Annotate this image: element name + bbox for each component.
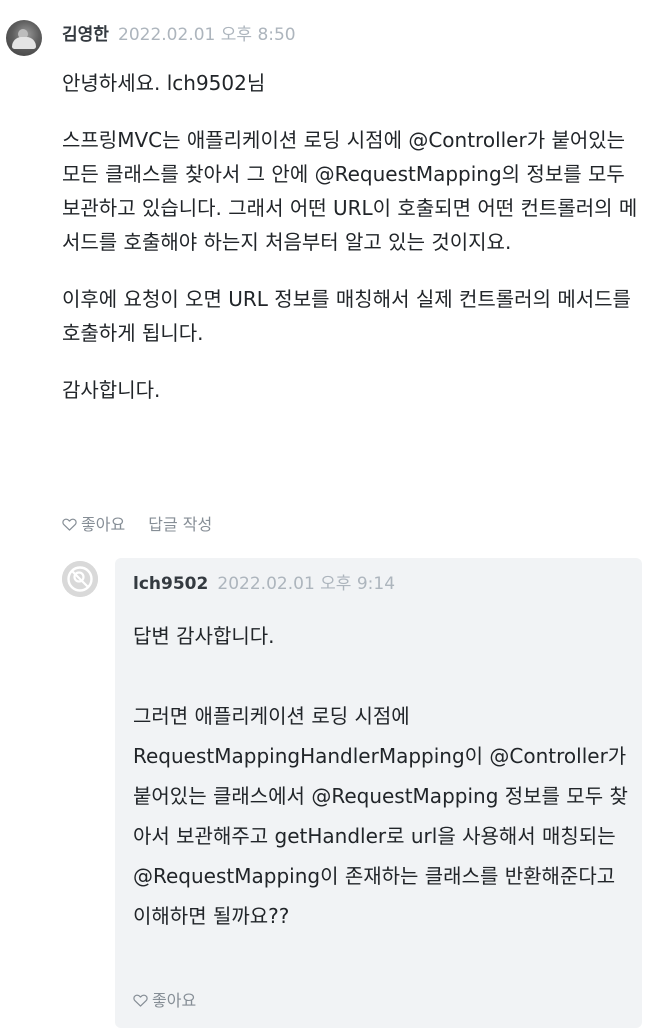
comment-paragraph: 안녕하세요. lch9502님: [62, 71, 266, 95]
reply-like-button[interactable]: 좋아요: [133, 991, 196, 1010]
reply-meta: lch9502 2022.02.01 오후 9:14: [133, 573, 395, 595]
like-label: 좋아요: [81, 515, 126, 534]
reply-card: lch9502 2022.02.01 오후 9:14 답변 감사합니다. 그러면…: [115, 558, 642, 1028]
avatar[interactable]: [6, 20, 42, 56]
heart-outline-icon: [62, 518, 77, 531]
default-user-icon: [62, 561, 98, 597]
reply-author[interactable]: lch9502: [133, 574, 208, 594]
comment-actions: 좋아요 답글 작성: [62, 514, 212, 536]
reply-actions: 좋아요: [133, 990, 196, 1012]
comment-paragraph: 스프링MVC는 애플리케이션 로딩 시점에 @Controller가 붙어있는 …: [62, 128, 638, 254]
reply-avatar[interactable]: [62, 561, 98, 597]
avatar-body: [12, 37, 36, 49]
comment-paragraph: 이후에 요청이 오면 URL 정보를 매칭해서 실제 컨트롤러의 메서드를 호출…: [62, 287, 631, 345]
comment-meta: 김영한 2022.02.01 오후 8:50: [62, 24, 296, 46]
reply-date: 2022.02.01 오후 9:14: [217, 574, 396, 594]
reply-like-label: 좋아요: [152, 991, 197, 1010]
like-button[interactable]: 좋아요: [62, 514, 125, 536]
comment-paragraph: 감사합니다.: [62, 378, 161, 402]
comment-author[interactable]: 김영한: [62, 25, 109, 45]
reply-paragraph: 그러면 애플리케이션 로딩 시점에 RequestMappingHandlerM…: [133, 704, 628, 928]
heart-outline-icon: [133, 994, 148, 1007]
comment-date: 2022.02.01 오후 8:50: [118, 25, 296, 45]
comment-body: 안녕하세요. lch9502님 스프링MVC는 애플리케이션 로딩 시점에 @C…: [62, 66, 647, 407]
reply-body: 답변 감사합니다. 그러면 애플리케이션 로딩 시점에 RequestMappi…: [133, 616, 638, 936]
reply-button[interactable]: 답글 작성: [148, 514, 212, 536]
reply-paragraph: 답변 감사합니다.: [133, 624, 275, 648]
